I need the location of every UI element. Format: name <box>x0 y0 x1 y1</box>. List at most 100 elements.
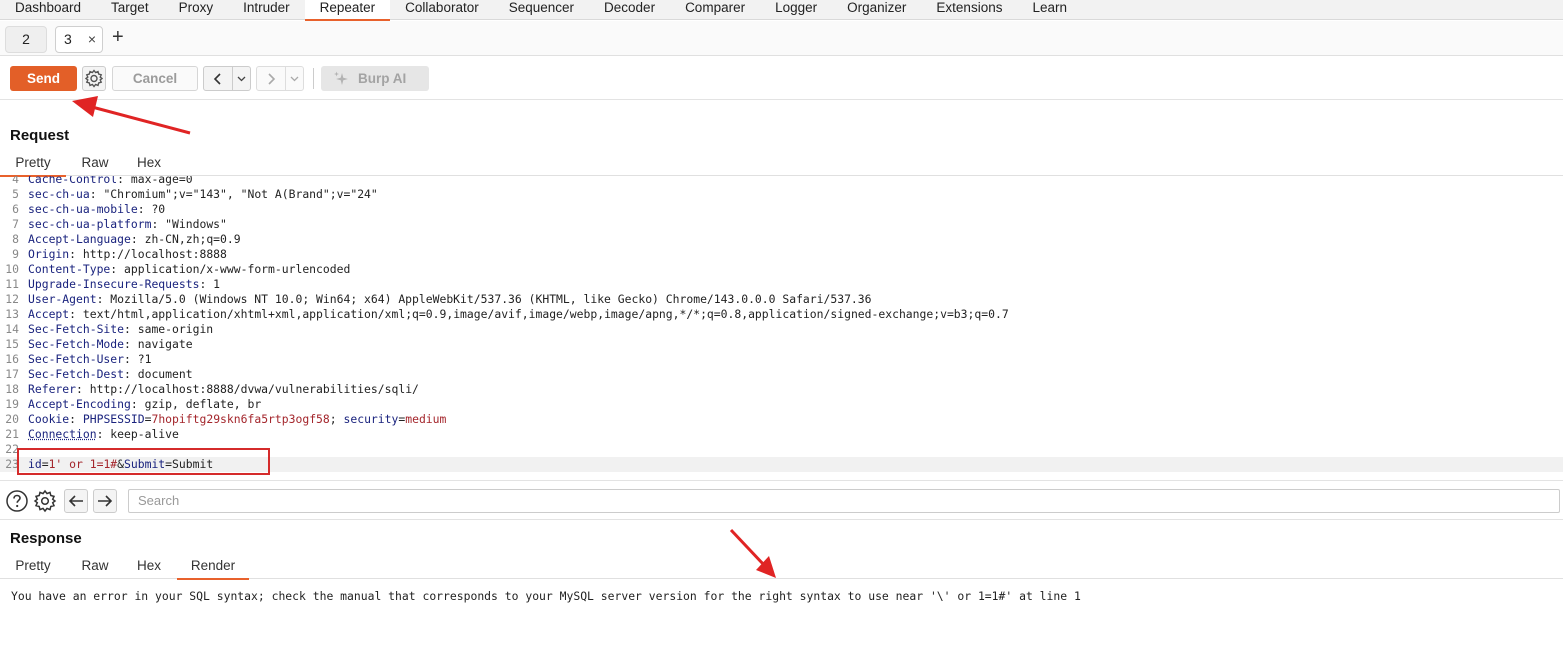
main-tabbar: Dashboard Target Proxy Intruder Repeater Coll… <box>0 0 1563 21</box>
search-settings-button[interactable] <box>33 489 57 513</box>
request-line: 20 Cookie: PHPSESSID=7hopiftg29skn6fa5rtp… <box>0 412 1563 427</box>
request-line: 8 Accept-Language: zh-CN,zh;q=0.9 <box>0 232 1563 247</box>
nav-tab-intruder[interactable]: Intruder <box>228 0 305 20</box>
search-prev-button[interactable] <box>64 489 88 513</box>
line-number: 15 <box>5 337 19 351</box>
history-forward-group[interactable] <box>256 66 304 91</box>
line-number: 11 <box>5 277 19 291</box>
forward-button[interactable] <box>257 67 287 90</box>
request-tab-pretty[interactable]: Pretty <box>0 154 66 177</box>
line-number: 18 <box>5 382 19 396</box>
header-line: Accept-Language: zh-CN,zh;q=0.9 <box>28 232 241 246</box>
response-tab-render[interactable]: Render <box>177 557 249 580</box>
nav-tab-sequencer[interactable]: Sequencer <box>494 0 589 20</box>
header-value: ?0 <box>151 202 166 216</box>
line-number: 16 <box>5 352 19 366</box>
header-name: sec-ch-ua-mobile <box>28 202 138 216</box>
nav-tab-collaborator[interactable]: Collaborator <box>390 0 494 20</box>
header-value: gzip, deflate, br <box>144 397 262 411</box>
nav-tab-decoder[interactable]: Decoder <box>589 0 670 20</box>
nav-tab-proxy[interactable]: Proxy <box>164 0 229 20</box>
header-name: sec-ch-ua <box>28 187 90 201</box>
help-button[interactable] <box>5 489 29 513</box>
header-name: Accept-Language <box>28 232 131 246</box>
nav-tab-comparer[interactable]: Comparer <box>670 0 760 20</box>
header-value: http://localhost:8888 <box>82 247 227 261</box>
request-line: 14 Sec-Fetch-Site: same-origin <box>0 322 1563 337</box>
request-line: 4 Cache-Control: max-age=0 <box>0 176 1563 187</box>
request-line: 19 Accept-Encoding: gzip, deflate, br <box>0 397 1563 412</box>
line-number: 4 <box>12 176 19 186</box>
nav-tab-organizer[interactable]: Organizer <box>832 0 921 20</box>
line-number: 5 <box>12 187 19 201</box>
search-input[interactable]: Search <box>128 489 1560 513</box>
header-line: Content-Type: application/x-www-form-url… <box>28 262 351 276</box>
close-icon[interactable]: × <box>88 27 96 52</box>
header-name: Sec-Fetch-Mode <box>28 337 125 351</box>
header-value: same-origin <box>137 322 214 336</box>
header-value: text/html,application/xhtml+xml,applicat… <box>82 307 1009 321</box>
repeater-tab-2[interactable]: 2 <box>5 26 47 53</box>
header-line: Cache-Control: max-age=0 <box>28 176 193 187</box>
nav-tab-logger[interactable]: Logger <box>760 0 832 20</box>
header-value: keep-alive <box>110 427 179 441</box>
header-name: Accept <box>28 307 70 321</box>
nav-tab-extensions[interactable]: Extensions <box>921 0 1017 20</box>
header-line: Origin: http://localhost:8888 <box>28 247 227 261</box>
response-tab-pretty[interactable]: Pretty <box>0 557 66 579</box>
cookie-name: PHPSESSID <box>82 412 145 426</box>
response-tab-raw[interactable]: Raw <box>72 557 118 579</box>
line-number: 21 <box>5 427 19 441</box>
add-tab-button[interactable]: + <box>112 26 124 48</box>
send-button[interactable]: Send <box>10 66 77 91</box>
header-value: "Chromium";v="143", "Not A(Brand";v="24" <box>103 187 378 201</box>
header-name: Cache-Control <box>28 176 118 186</box>
header-value: 1 <box>213 277 221 291</box>
search-next-button[interactable] <box>93 489 117 513</box>
response-tab-hex[interactable]: Hex <box>126 557 172 579</box>
sparkle-icon <box>334 71 348 85</box>
chevron-left-icon <box>214 72 221 85</box>
nav-tab-repeater[interactable]: Repeater <box>304 0 391 21</box>
request-editor[interactable]: 4 Cache-Control: max-age=0 5 sec-ch-ua: "Ch… <box>0 176 1563 474</box>
back-button[interactable] <box>204 67 234 90</box>
line-number: 13 <box>5 307 19 321</box>
header-value: zh-CN,zh;q=0.9 <box>144 232 241 246</box>
line-number: 8 <box>12 232 19 246</box>
repeater-tabs: 2 3 × <box>0 21 1563 56</box>
header-line: Sec-Fetch-Mode: navigate <box>28 337 193 351</box>
header-value: ?1 <box>137 352 152 366</box>
request-line: 15 Sec-Fetch-Mode: navigate <box>0 337 1563 352</box>
cookie-name: security <box>343 412 399 426</box>
header-line: sec-ch-ua: "Chromium";v="143", "Not A(Br… <box>28 187 378 201</box>
line-number: 9 <box>12 247 19 261</box>
request-tab-hex[interactable]: Hex <box>126 154 172 176</box>
header-name: Connection <box>28 427 97 441</box>
header-name: Referer <box>28 382 77 396</box>
header-line: Connection: keep-alive <box>28 427 179 441</box>
header-line: User-Agent: Mozilla/5.0 (Windows NT 10.0… <box>28 292 872 306</box>
request-line: 13 Accept: text/html,application/xhtml+xm… <box>0 307 1563 322</box>
request-title: Request <box>10 127 70 144</box>
burp-ai-button[interactable]: Burp AI <box>321 66 429 91</box>
settings-button[interactable] <box>82 66 106 91</box>
gear-icon <box>84 69 104 88</box>
request-tab-raw[interactable]: Raw <box>72 154 118 176</box>
nav-tab-target[interactable]: Target <box>96 0 164 20</box>
nav-tab-learn[interactable]: Learn <box>1017 0 1082 20</box>
request-line: 5 sec-ch-ua: "Chromium";v="143", "Not A(B… <box>0 187 1563 202</box>
repeater-tab-3-label: 3 <box>64 31 72 47</box>
header-name: Origin <box>28 247 70 261</box>
cancel-button[interactable]: Cancel <box>112 66 198 91</box>
repeater-tab-3[interactable]: 3 × <box>55 26 103 53</box>
request-line: 9 Origin: http://localhost:8888 <box>0 247 1563 262</box>
header-line: Upgrade-Insecure-Requests: 1 <box>28 277 221 291</box>
request-line: 16 Sec-Fetch-User: ?1 <box>0 352 1563 367</box>
back-dropdown-button[interactable] <box>233 67 250 90</box>
nav-tab-dashboard[interactable]: Dashboard <box>0 0 96 20</box>
request-line: 11 Upgrade-Insecure-Requests: 1 <box>0 277 1563 292</box>
forward-dropdown-button[interactable] <box>286 67 303 90</box>
response-render-body: You have an error in your SQL syntax; ch… <box>11 589 1081 603</box>
line-number: 14 <box>5 322 19 336</box>
history-back-group[interactable] <box>203 66 251 91</box>
